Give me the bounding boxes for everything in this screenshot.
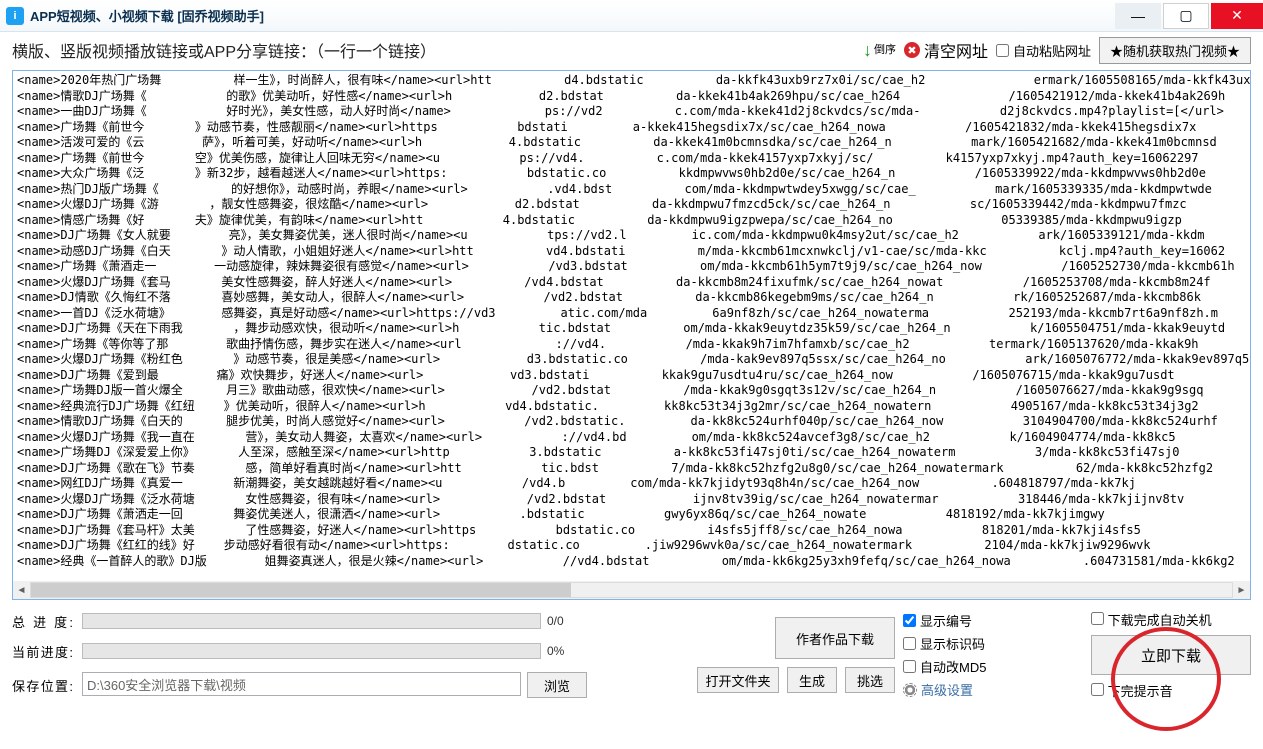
app-icon: i xyxy=(6,7,24,25)
auto-paste-input[interactable] xyxy=(996,44,1009,57)
show-number-checkbox[interactable]: 显示编号 xyxy=(903,611,1083,630)
horizontal-scrollbar[interactable]: ◄ ► xyxy=(13,581,1250,599)
minimize-button[interactable]: — xyxy=(1115,3,1161,29)
author-works-button[interactable]: 作者作品下载 xyxy=(775,617,895,659)
clear-label: 清空网址 xyxy=(924,38,988,62)
scroll-thumb[interactable] xyxy=(31,583,571,597)
current-progress-label: 当前进度: xyxy=(12,642,74,661)
show-id-checkbox[interactable]: 显示标识码 xyxy=(903,634,1083,653)
total-progress-bar xyxy=(82,613,541,629)
sort-arrow-icon: ↓ xyxy=(863,40,872,61)
clear-urls-button[interactable]: ✖ 清空网址 xyxy=(904,38,988,62)
url-prompt-label: 横版、竖版视频播放链接或APP分享链接：（一行一个链接） xyxy=(12,38,436,62)
auto-paste-label: 自动粘贴网址 xyxy=(1013,41,1091,60)
scroll-left-icon[interactable]: ◄ xyxy=(13,581,30,599)
total-progress-text: 0/0 xyxy=(547,614,587,628)
generate-button[interactable]: 生成 xyxy=(787,667,837,693)
browse-button[interactable]: 浏览 xyxy=(527,672,587,698)
window-controls: — ▢ ✕ xyxy=(1115,3,1263,29)
auto-paste-checkbox[interactable]: 自动粘贴网址 xyxy=(996,41,1091,60)
sort-label: 倒序 xyxy=(874,45,896,56)
download-column: 下载完成自动关机 立即下载 下完提示音 xyxy=(1091,610,1251,700)
gear-icon xyxy=(903,683,917,697)
window-title: APP短视频、小视频下载 [固乔视频助手] xyxy=(30,6,264,25)
options-column: 显示编号 显示标识码 自动改MD5 高级设置 xyxy=(903,611,1083,699)
scroll-right-icon[interactable]: ► xyxy=(1233,581,1250,599)
url-textarea-container: ◄ ► xyxy=(12,70,1251,600)
clear-icon: ✖ xyxy=(904,42,920,58)
scroll-track[interactable] xyxy=(30,582,1233,598)
total-progress-label: 总 进 度: xyxy=(12,612,74,631)
titlebar: i APP短视频、小视频下载 [固乔视频助手] — ▢ ✕ xyxy=(0,0,1263,32)
current-progress-bar xyxy=(82,643,541,659)
sort-button[interactable]: ↓ 倒序 xyxy=(863,40,896,61)
close-button[interactable]: ✕ xyxy=(1211,3,1263,29)
save-path-input[interactable] xyxy=(82,672,521,696)
toolbar: 横版、竖版视频播放链接或APP分享链接：（一行一个链接） ↓ 倒序 ✖ 清空网址… xyxy=(0,32,1263,68)
random-hot-button[interactable]: ★随机获取热门视频★ xyxy=(1099,37,1251,64)
save-path-label: 保存位置: xyxy=(12,676,74,695)
maximize-button[interactable]: ▢ xyxy=(1163,3,1209,29)
bottom-panel: 总 进 度: 0/0 当前进度: 0% 保存位置: 浏览 作者作品下载 打开文件… xyxy=(0,602,1263,700)
current-progress-text: 0% xyxy=(547,644,587,658)
auto-md5-checkbox[interactable]: 自动改MD5 xyxy=(903,657,1083,676)
done-sound-checkbox[interactable]: 下完提示音 xyxy=(1091,681,1251,700)
download-now-button[interactable]: 立即下载 xyxy=(1091,635,1251,675)
pick-button[interactable]: 挑选 xyxy=(845,667,895,693)
open-folder-button[interactable]: 打开文件夹 xyxy=(697,667,779,693)
advanced-settings-link[interactable]: 高级设置 xyxy=(903,680,1083,699)
url-textarea[interactable] xyxy=(13,71,1250,577)
auto-shutdown-checkbox[interactable]: 下载完成自动关机 xyxy=(1091,610,1251,629)
